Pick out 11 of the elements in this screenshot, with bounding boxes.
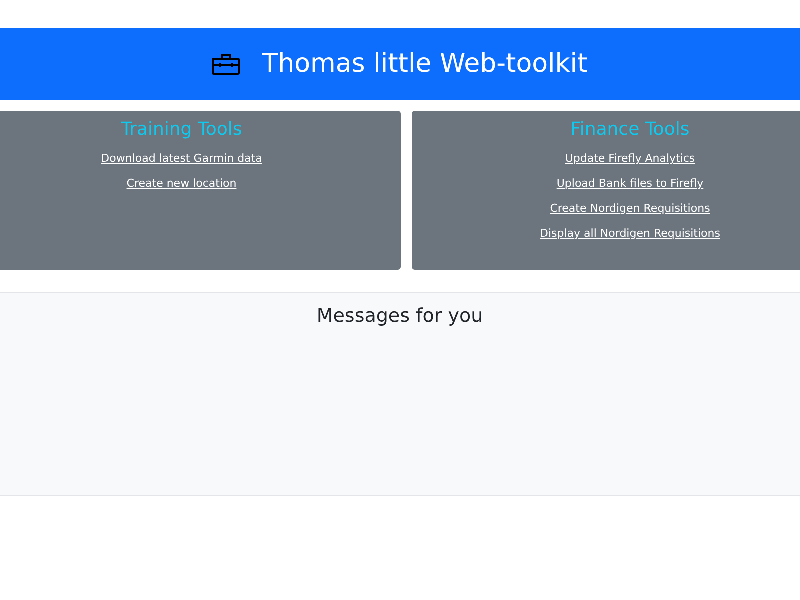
- page-title: Thomas little Web-toolkit: [262, 49, 588, 79]
- messages-title: Messages for you: [316, 305, 484, 327]
- tool-link[interactable]: Download latest Garmin data: [101, 152, 262, 165]
- tool-link[interactable]: Create new location: [126, 177, 237, 190]
- card-title: Training Tools: [121, 119, 242, 140]
- tool-link[interactable]: Upload Bank files to Firefly: [556, 177, 704, 190]
- card-title: Finance Tools: [570, 119, 690, 140]
- tool-link[interactable]: Display all Nordigen Requisitions: [540, 227, 720, 240]
- tool-link[interactable]: Create Nordigen Requisitions: [550, 202, 710, 215]
- toolbox-icon: [212, 53, 240, 75]
- tool-link[interactable]: Update Firefly Analytics: [565, 152, 696, 165]
